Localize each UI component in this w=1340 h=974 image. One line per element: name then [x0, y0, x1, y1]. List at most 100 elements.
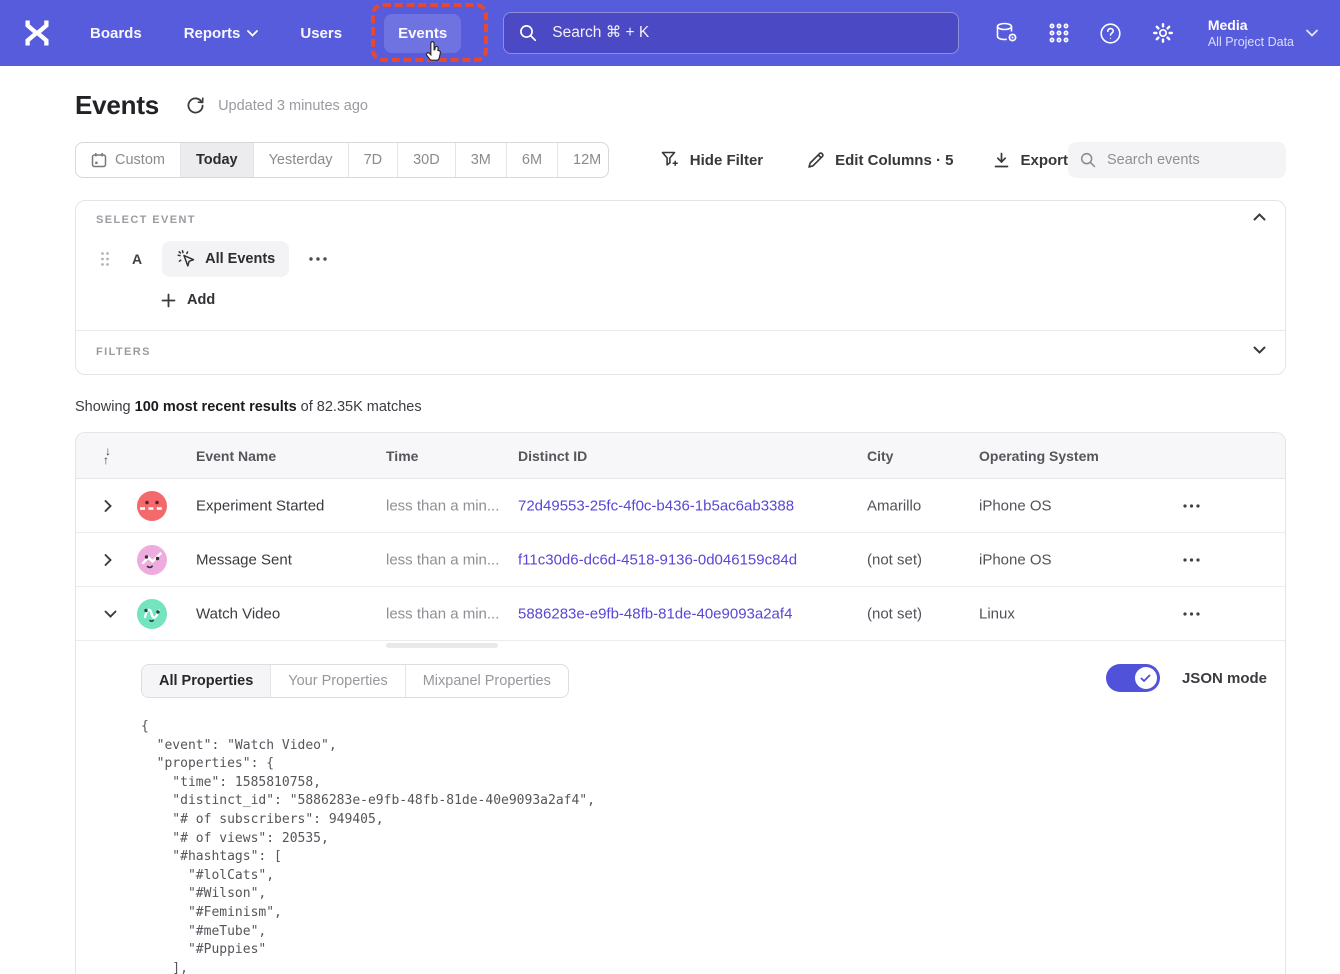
ellipsis-icon: [1183, 504, 1200, 508]
column-header-city[interactable]: City: [867, 448, 893, 464]
results-summary: Showing 100 most recent results of 82.35…: [75, 399, 422, 415]
add-label: Add: [187, 292, 215, 308]
date-range-custom[interactable]: Custom: [76, 143, 180, 177]
settings-gear-icon[interactable]: [1151, 21, 1175, 45]
json-line: "#Puppies": [141, 941, 1285, 960]
json-line: "properties": {: [141, 755, 1285, 774]
event-options-button[interactable]: [305, 253, 331, 265]
json-line: "#lolCats",: [141, 867, 1285, 886]
event-chip-label: All Events: [205, 251, 275, 267]
date-range-label: 3M: [471, 152, 491, 168]
date-range-yesterday[interactable]: Yesterday: [253, 143, 348, 177]
event-detail-panel: All Properties Your Properties Mixpanel …: [76, 641, 1285, 974]
table-row[interactable]: Message Sent less than a min... f11c30d6…: [76, 533, 1285, 587]
event-city: Amarillo: [867, 497, 921, 514]
row-options-button[interactable]: [1178, 499, 1205, 513]
date-range-6m[interactable]: 6M: [506, 143, 557, 177]
collapse-section-button[interactable]: [1253, 213, 1266, 221]
nav-right-icons: Media All Project Data: [994, 16, 1318, 50]
date-range-7d[interactable]: 7D: [348, 143, 398, 177]
hide-filter-button[interactable]: Hide Filter: [661, 151, 763, 169]
column-header-event-name[interactable]: Event Name: [196, 448, 276, 464]
nav-item-label: Events: [398, 25, 447, 42]
project-switcher[interactable]: Media All Project Data: [1208, 16, 1318, 50]
json-mode-toggle[interactable]: [1106, 664, 1160, 692]
mixpanel-events-page: Boards Reports Users Events: [0, 0, 1340, 974]
apps-grid-icon[interactable]: [1048, 22, 1070, 44]
global-search-input[interactable]: [550, 23, 943, 43]
event-avatar: [137, 545, 167, 575]
filters-section[interactable]: FILTERS: [76, 330, 1285, 374]
table-row[interactable]: Experiment Started less than a min... 72…: [76, 479, 1285, 533]
event-avatar: [137, 599, 167, 629]
summary-suffix: of 82.35K matches: [297, 399, 422, 415]
properties-tabs: All Properties Your Properties Mixpanel …: [141, 664, 569, 698]
chevron-down-icon: [1306, 29, 1318, 37]
date-range-30d[interactable]: 30D: [397, 143, 455, 177]
event-name: Experiment Started: [196, 497, 324, 514]
top-navbar: Boards Reports Users Events: [0, 0, 1340, 66]
nav-item-label: Reports: [184, 25, 241, 42]
nav-item-reports[interactable]: Reports: [184, 25, 259, 42]
row-options-button[interactable]: [1178, 607, 1205, 621]
json-line: "# of views": 20535,: [141, 830, 1285, 849]
mixpanel-logo-icon[interactable]: [22, 18, 52, 48]
refresh-icon[interactable]: [186, 96, 205, 115]
expand-section-button[interactable]: [1253, 346, 1266, 354]
date-range-12m[interactable]: 12M: [557, 143, 609, 177]
page-header: Events Updated 3 minutes ago: [75, 90, 368, 121]
global-search: [503, 12, 959, 54]
tab-your-properties[interactable]: Your Properties: [270, 665, 404, 697]
row-expander-icon[interactable]: [100, 495, 116, 516]
plus-icon: [161, 293, 176, 308]
table-row-expanded[interactable]: Watch Video less than a min... 5886283e-…: [76, 587, 1285, 641]
row-collapse-icon[interactable]: [100, 606, 121, 622]
column-header-os[interactable]: Operating System: [979, 448, 1099, 464]
row-expander-icon[interactable]: [100, 549, 116, 570]
search-icon: [519, 24, 537, 42]
filters-label: FILTERS: [96, 346, 151, 358]
distinct-id-link[interactable]: 72d49553-25fc-4f0c-b436-1b5ac6ab3388: [518, 497, 794, 514]
step-letter: A: [132, 251, 142, 267]
chevron-up-icon: [1253, 213, 1266, 221]
event-time: less than a min...: [386, 497, 499, 514]
collapse-expand-all-icon[interactable]: ↓↑: [103, 447, 111, 465]
json-line: "time": 1585810758,: [141, 774, 1285, 793]
export-button[interactable]: Export: [993, 152, 1068, 169]
events-search: [1068, 142, 1286, 178]
tab-mixpanel-properties[interactable]: Mixpanel Properties: [405, 665, 568, 697]
nav-item-boards[interactable]: Boards: [90, 25, 142, 42]
horizontal-scrollbar[interactable]: [386, 643, 498, 648]
column-header-time[interactable]: Time: [386, 448, 418, 464]
help-icon[interactable]: [1099, 22, 1122, 45]
column-header-distinct-id[interactable]: Distinct ID: [518, 448, 587, 464]
search-icon: [1080, 152, 1096, 168]
all-events-chip[interactable]: All Events: [162, 241, 289, 277]
row-options-button[interactable]: [1178, 553, 1205, 567]
json-line: "#Wilson",: [141, 885, 1285, 904]
tab-all-properties[interactable]: All Properties: [142, 665, 270, 697]
ellipsis-icon: [309, 257, 327, 261]
data-management-icon[interactable]: [994, 21, 1019, 45]
hand-cursor-icon: [422, 41, 444, 65]
events-search-input[interactable]: [1105, 151, 1274, 169]
json-line: "#meTube",: [141, 923, 1285, 942]
event-os: iPhone OS: [979, 497, 1052, 514]
json-line: "# of subscribers": 949405,: [141, 811, 1285, 830]
nav-item-users[interactable]: Users: [300, 25, 342, 42]
date-range-today[interactable]: Today: [180, 143, 253, 177]
add-event-button[interactable]: Add: [161, 292, 215, 308]
distinct-id-link[interactable]: 5886283e-e9fb-48fb-81de-40e9093a2af4: [518, 605, 792, 622]
event-city: (not set): [867, 605, 922, 622]
date-range-3m[interactable]: 3M: [455, 143, 506, 177]
hide-filter-label: Hide Filter: [690, 152, 763, 169]
drag-handle-icon[interactable]: [100, 251, 110, 267]
ellipsis-icon: [1183, 612, 1200, 616]
json-line: "#Feminism",: [141, 904, 1285, 923]
toolbar: Custom Today Yesterday 7D 30D 3M 6M 12M …: [75, 142, 1286, 178]
chevron-down-icon: [247, 30, 258, 37]
edit-columns-button[interactable]: Edit Columns · 5: [807, 151, 953, 169]
select-event-section: SELECT EVENT A: [76, 201, 1285, 330]
nav-item-events-wrap: Events: [384, 14, 461, 53]
distinct-id-link[interactable]: f11c30d6-dc6d-4518-9136-0d046159c84d: [518, 551, 797, 568]
